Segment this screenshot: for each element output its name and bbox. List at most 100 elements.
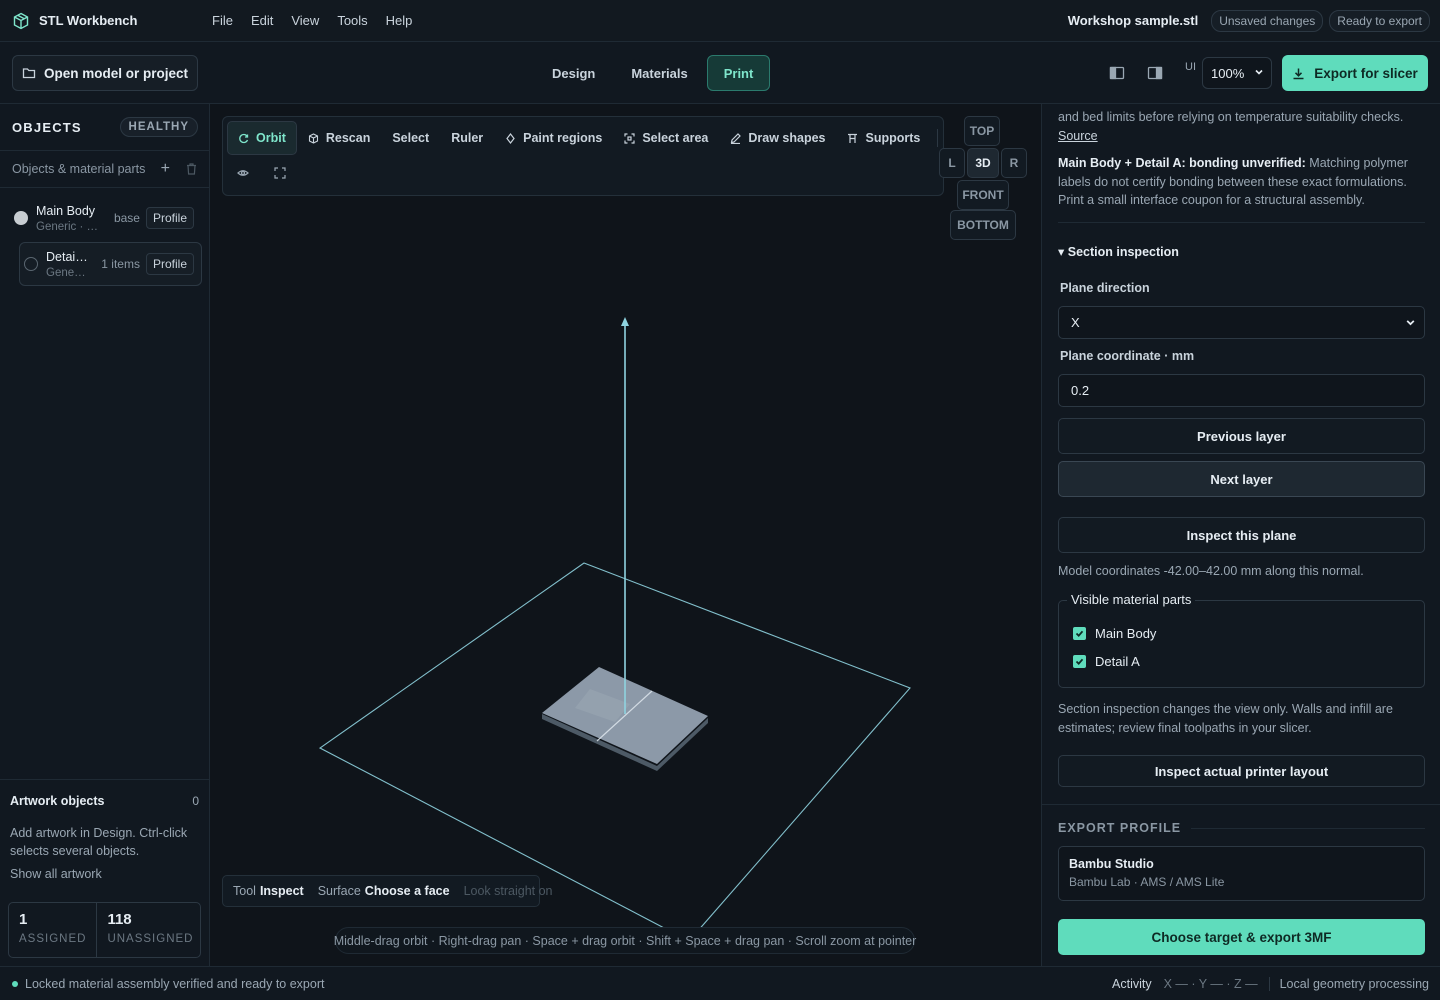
assigned-label: ASSIGNED [19, 933, 87, 945]
tool-list: Orbit Rescan Select Ruler Paint regions … [227, 121, 939, 155]
export-for-slicer-button[interactable]: Export for slicer [1282, 55, 1428, 91]
object-row-detail-a[interactable]: Detail A Generic · PLA 1 items Profile [19, 242, 202, 286]
plane-direction-value: X [1071, 315, 1080, 330]
toggle-right-panel-icon[interactable] [1147, 66, 1163, 80]
tool-paint-regions[interactable]: Paint regions [494, 121, 613, 155]
3d-scene[interactable] [210, 104, 1041, 966]
processing-mode: Local geometry processing [1279, 976, 1429, 991]
open-model-button[interactable]: Open model or project [12, 55, 198, 91]
menu-help[interactable]: Help [386, 13, 413, 28]
tool-ruler-label: Ruler [451, 131, 484, 145]
previous-layer-button[interactable]: Previous layer [1058, 418, 1425, 454]
status-dot [12, 980, 18, 987]
cube-icon [308, 132, 318, 144]
objects-sidebar: OBJECTS HEALTHY Objects & material parts… [0, 104, 210, 966]
inspect-status: Tool Inspect Surface Choose a face Look … [222, 875, 553, 907]
source-link[interactable]: Source [1058, 129, 1098, 143]
artwork-count: 0 [192, 794, 199, 808]
temperature-note-text: and bed limits before relying on tempera… [1058, 110, 1404, 124]
add-object-icon[interactable]: + [161, 160, 170, 178]
plane-coordinate-value: 0.2 [1071, 383, 1090, 398]
objects-subheader: Objects & material parts + [0, 150, 209, 188]
menu-tools[interactable]: Tools [337, 13, 367, 28]
section-inspection-toggle[interactable]: ▾ Section inspection [1058, 244, 1179, 259]
view-left-button[interactable]: L [939, 148, 965, 178]
view-front-button[interactable]: FRONT [957, 180, 1009, 210]
view-right-button[interactable]: R [1001, 148, 1027, 178]
tool-separator [937, 129, 939, 147]
tool-select[interactable]: Select [381, 121, 440, 155]
section-note: Section inspection changes the view only… [1058, 702, 1393, 735]
look-straight-on-button[interactable]: Look straight on [464, 884, 553, 898]
plane-coordinate-input[interactable]: 0.2 [1058, 374, 1425, 407]
check-icon [1075, 630, 1084, 638]
status-bar: Locked material assembly verified and re… [0, 966, 1440, 1000]
tool-supports[interactable]: Supports [836, 121, 931, 155]
plane-direction-select[interactable]: X [1058, 306, 1425, 339]
tool-draw-shapes[interactable]: Draw shapes [719, 121, 836, 155]
assigned-count: 1 [19, 911, 28, 928]
tool-select-area[interactable]: Select area [613, 121, 719, 155]
fullscreen-icon[interactable] [274, 167, 286, 179]
health-badge: HEALTHY [119, 117, 198, 137]
profile-button[interactable]: Profile [145, 253, 194, 275]
menu-edit[interactable]: Edit [251, 13, 273, 28]
divider [1268, 976, 1270, 991]
divider [1191, 827, 1425, 829]
pen-icon [731, 132, 742, 144]
view-3d-button[interactable]: 3D [967, 148, 999, 178]
export-profile-card[interactable]: Bambu Studio Bambu Lab · AMS / AMS Lite [1058, 846, 1425, 901]
tool-rescan-label: Rescan [325, 131, 371, 145]
tool-orbit[interactable]: Orbit [227, 121, 297, 155]
visible-part-detail-a[interactable]: Detail A [1073, 654, 1140, 669]
tool-paint-label: Paint regions [523, 131, 603, 145]
3d-viewport[interactable]: Orbit Rescan Select Ruler Paint regions … [210, 104, 1041, 966]
tool-ruler[interactable]: Ruler [440, 121, 494, 155]
view-bottom-button[interactable]: BOTTOM [950, 210, 1016, 240]
toggle-left-panel-icon[interactable] [1109, 66, 1125, 80]
object-meta: Generic · PLA [36, 220, 102, 233]
export-label: Export for slicer [1314, 65, 1418, 81]
export-3mf-button[interactable]: Choose target & export 3MF [1058, 919, 1425, 955]
bonding-note: Main Body + Detail A: bonding unverified… [1058, 154, 1425, 210]
tab-design[interactable]: Design [535, 55, 612, 91]
tab-materials[interactable]: Materials [614, 55, 704, 91]
navigation-hint: Middle-drag orbit · Right-drag pan · Spa… [334, 927, 916, 954]
tool-select-label: Select [392, 131, 430, 145]
supports-icon [848, 133, 858, 143]
view-top-button[interactable]: TOP [964, 116, 1000, 146]
ui-scale-label: UI [1185, 61, 1196, 73]
chevron-down-icon [1406, 320, 1415, 326]
object-row-main-body[interactable]: Main Body Generic · PLA base Profile [10, 196, 202, 240]
tool-rescan[interactable]: Rescan [297, 121, 381, 155]
activity-button[interactable]: Activity [1112, 977, 1152, 991]
workspace-tabs: Design Materials Print [535, 55, 772, 91]
document-status: Workshop sample.stl Unsaved changes Read… [1068, 9, 1430, 32]
visible-part-main-body[interactable]: Main Body [1073, 626, 1156, 641]
next-layer-button[interactable]: Next layer [1058, 461, 1425, 497]
checkbox-checked[interactable] [1073, 655, 1086, 668]
visible-part-label: Main Body [1095, 626, 1157, 641]
show-all-artwork-link[interactable]: Show all artwork [10, 867, 102, 881]
trash-icon[interactable] [186, 163, 197, 175]
artwork-stats: 1 ASSIGNED 118 UNASSIGNED [8, 902, 201, 958]
tool-select-area-label: Select area [642, 131, 709, 145]
object-meta: Generic · PLA [46, 266, 88, 279]
unassigned-count: 118 [107, 911, 132, 928]
object-tag: base [113, 211, 140, 225]
menu-view[interactable]: View [291, 13, 319, 28]
ui-zoom-select[interactable]: 100% [1202, 57, 1272, 89]
checkbox-checked[interactable] [1073, 627, 1086, 640]
ui-zoom-value: 100% [1211, 65, 1245, 81]
inspect-plane-button[interactable]: Inspect this plane [1058, 517, 1425, 553]
cube-logo-icon [13, 12, 29, 29]
inspect-printer-layout-button[interactable]: Inspect actual printer layout [1058, 755, 1425, 787]
profile-button[interactable]: Profile [145, 207, 194, 229]
eye-icon[interactable] [237, 167, 249, 179]
object-name: Detail A [46, 249, 88, 264]
surface-key: Surface [317, 884, 361, 898]
tool-supports-label: Supports [865, 131, 921, 145]
visible-parts-group: Visible material parts Main Body Detail … [1058, 592, 1425, 688]
tab-print[interactable]: Print [706, 55, 771, 91]
menu-file[interactable]: File [212, 13, 233, 28]
